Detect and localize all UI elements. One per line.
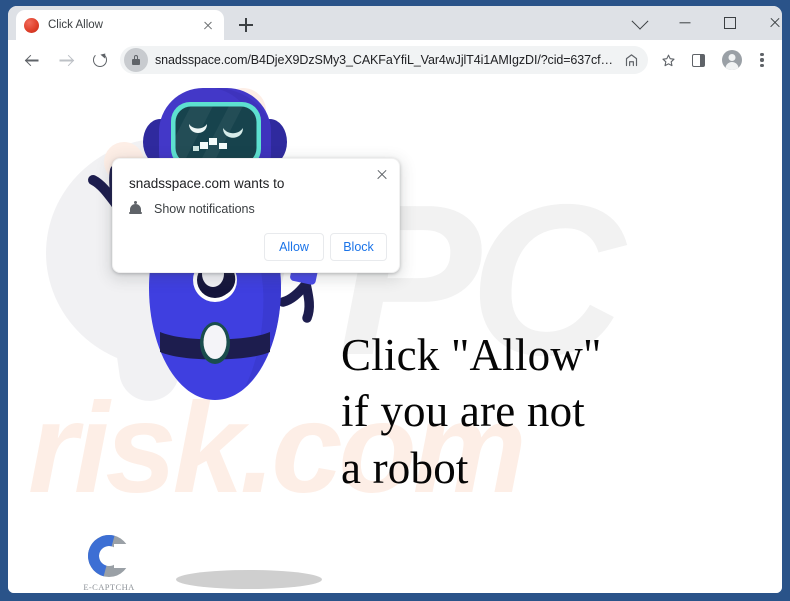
- forward-arrow-icon: [52, 46, 80, 74]
- reload-icon[interactable]: [86, 46, 114, 74]
- browser-window: Click Allow snadsspace.com/B4DjeX9DzSMy3…: [0, 0, 790, 601]
- tab-title: Click Allow: [48, 19, 103, 31]
- minimize-icon[interactable]: [662, 6, 707, 40]
- maximize-icon[interactable]: [707, 6, 752, 40]
- e-captcha-logo: E-CAPTCHA: [80, 527, 138, 592]
- permission-label: Show notifications: [154, 202, 255, 216]
- star-icon[interactable]: [654, 46, 682, 74]
- url-text[interactable]: snadsspace.com/B4DjeX9DzSMy3_CAKFaYfiL_V…: [155, 53, 618, 67]
- three-dot-menu-icon[interactable]: [748, 46, 776, 74]
- new-tab-button[interactable]: [234, 13, 258, 37]
- captcha-c-icon: [80, 527, 138, 585]
- bell-icon: [129, 201, 142, 216]
- share-icon[interactable]: [618, 47, 644, 73]
- close-icon[interactable]: [752, 6, 782, 40]
- robot-shadow: [176, 570, 322, 589]
- globe-favicon: [24, 17, 39, 33]
- address-bar[interactable]: snadsspace.com/B4DjeX9DzSMy3_CAKFaYfiL_V…: [120, 46, 648, 74]
- page-headline: Click "Allow" if you are not a robot: [341, 330, 602, 493]
- profile-avatar-icon[interactable]: [718, 46, 746, 74]
- dialog-title: snadsspace.com wants to: [129, 176, 285, 191]
- back-arrow-icon[interactable]: [18, 46, 46, 74]
- lock-icon[interactable]: [124, 48, 148, 72]
- close-icon[interactable]: [373, 166, 391, 184]
- e-captcha-label: E-CAPTCHA: [83, 582, 135, 592]
- notification-permission-dialog: snadsspace.com wants to Show notificatio…: [112, 158, 400, 273]
- block-button[interactable]: Block: [330, 233, 387, 261]
- allow-button[interactable]: Allow: [264, 233, 324, 261]
- permission-row: Show notifications: [129, 201, 255, 216]
- tab-click-allow[interactable]: Click Allow: [16, 10, 224, 40]
- browser-toolbar: snadsspace.com/B4DjeX9DzSMy3_CAKFaYfiL_V…: [8, 40, 782, 80]
- tab-strip: Click Allow: [8, 6, 782, 40]
- close-icon[interactable]: [200, 17, 216, 33]
- page-viewport: PC risk.com Click "Allow" if you are not…: [8, 80, 782, 593]
- chevron-down-icon[interactable]: [617, 6, 662, 40]
- side-panel-icon[interactable]: [684, 46, 712, 74]
- browser-window-inner: Click Allow snadsspace.com/B4DjeX9DzSMy3…: [8, 6, 782, 593]
